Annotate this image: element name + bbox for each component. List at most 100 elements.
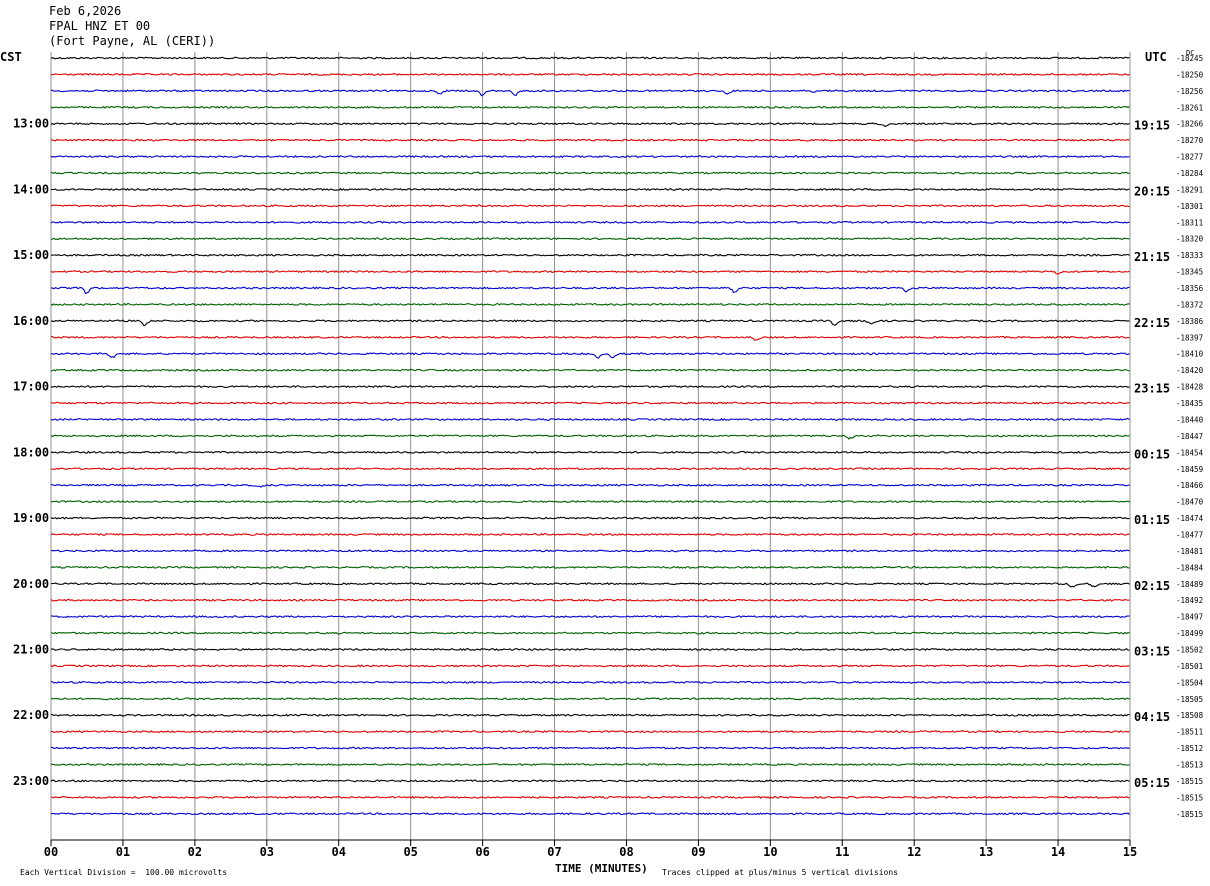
trace-row-31 [50,565,1130,569]
trace-row-27 [50,500,1130,504]
dc-offset-label: -18261 [1176,103,1203,112]
right-time-label: 19:15 [1134,119,1170,133]
trace-row-29 [50,532,1130,536]
x-tick-label: 09 [691,845,705,859]
left-time-label: 18:00 [13,445,49,459]
trace-row-8 [50,187,1130,191]
trace-row-34 [50,615,1130,619]
right-time-label: 21:15 [1134,250,1170,264]
dc-offset-label: -18489 [1176,580,1203,589]
dc-offset-label: -18459 [1176,465,1203,474]
trace-row-17 [50,335,1130,341]
trace-row-9 [50,204,1130,208]
trace-row-6 [50,155,1130,159]
x-tick-label: 04 [332,845,346,859]
dc-offset-label: -18435 [1176,399,1203,408]
dc-offset-label: -18428 [1176,383,1204,392]
trace-row-25 [50,467,1130,471]
dc-offset-label: -18481 [1176,547,1203,556]
right-time-label: 23:15 [1134,382,1170,396]
x-tick-label: 05 [403,845,417,859]
x-tick-label: 15 [1123,845,1137,859]
dc-offset-label: -18270 [1176,136,1204,145]
trace-row-19 [50,368,1130,372]
trace-row-16 [50,319,1130,327]
trace-row-5 [50,138,1130,142]
dc-offset-label: -18497 [1176,613,1203,622]
dc-offset-label: -18515 [1176,810,1203,819]
right-time-label: 03:15 [1134,644,1170,658]
helicorder-plot: 00 01 02 03 04 05 06 07 08 09 10 11 12 13 14 15 -18245 -1… [13,52,1204,859]
dc-offset-label: -18502 [1176,645,1203,654]
dc-offset-label: -18345 [1176,268,1203,277]
trace-row-11 [50,237,1130,241]
x-tick-label: 12 [907,845,921,859]
dc-offset-label: -18515 [1176,793,1203,802]
dc-offset-label: -18301 [1176,202,1203,211]
trace-row-4 [50,122,1130,128]
trace-row-26 [50,483,1130,488]
dc-offset-label: -18356 [1176,284,1204,293]
dc-offset-label: -18372 [1176,300,1203,309]
dc-offset-label: -18447 [1176,432,1203,441]
trace-row-30 [50,549,1130,553]
dc-offset-label: -18501 [1176,662,1203,671]
x-tick-label: 01 [116,845,130,859]
dc-offset-label: -18512 [1176,744,1203,753]
x-tick-label: 14 [1051,845,1065,859]
dc-offset-label: -18386 [1176,317,1204,326]
trace-row-43 [50,762,1130,767]
dc-offset-label: -18499 [1176,629,1203,638]
dc-offset-label: -18277 [1176,153,1203,162]
trace-row-35 [50,631,1130,635]
x-tick-label: 03 [260,845,274,859]
right-time-label: 04:15 [1134,710,1170,724]
dc-offset-label: -18250 [1176,70,1204,79]
x-tick-label: 08 [619,845,633,859]
trace-row-10 [50,220,1130,224]
left-time-label: 21:00 [13,642,49,656]
dc-offset-label: -18492 [1176,596,1203,605]
trace-row-40 [50,713,1130,717]
dc-offset-label: -18505 [1176,695,1203,704]
x-tick-label: 07 [547,845,561,859]
trace-row-41 [50,730,1130,734]
dc-offset-label: -18454 [1176,448,1204,457]
trace-row-46 [50,812,1130,816]
dc-offset-label: -18484 [1176,563,1204,572]
trace-row-2 [50,89,1130,97]
trace-row-18 [50,352,1130,359]
trace-row-21 [50,401,1130,405]
trace-row-23 [50,434,1130,440]
right-time-label: 00:15 [1134,447,1170,461]
dc-offset-label: -18320 [1176,235,1204,244]
dc-offset-label: -18397 [1176,333,1203,342]
left-time-label: 19:00 [13,511,49,525]
left-time-label: 20:00 [13,577,49,591]
dc-offset-label: -18266 [1176,120,1204,129]
dc-offset-label: -18466 [1176,481,1204,490]
dc-offset-label: -18511 [1176,728,1203,737]
trace-row-0 [50,56,1130,60]
dc-offset-label: -18410 [1176,350,1204,359]
left-time-label: 13:00 [13,117,49,131]
trace-row-37 [50,664,1130,668]
x-tick-label: 02 [188,845,202,859]
right-time-label: 02:15 [1134,579,1170,593]
dc-offset-label: -18470 [1176,498,1204,507]
scale-note: Each Vertical Division = 100.00 microvol… [20,868,228,877]
right-time-label: 01:15 [1134,513,1170,527]
right-time-label: 20:15 [1134,184,1170,198]
trace-row-33 [50,598,1130,602]
left-time-label: 14:00 [13,182,49,196]
left-time-label: 22:00 [13,708,49,722]
x-tick-label: 06 [475,845,489,859]
trace-row-24 [50,450,1130,454]
dc-offset-label: -18311 [1176,218,1203,227]
trace-row-42 [50,746,1130,750]
trace-row-44 [50,779,1130,783]
right-time-label: 05:15 [1134,776,1170,790]
dc-offset-label: -18420 [1176,366,1204,375]
trace-row-38 [50,680,1130,684]
left-time-label: 23:00 [13,774,49,788]
